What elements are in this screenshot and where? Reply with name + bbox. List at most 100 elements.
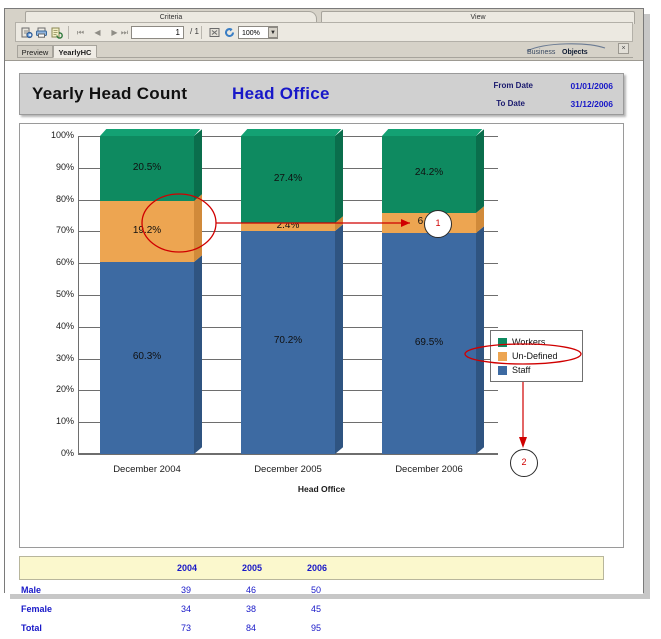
- table-cell: 38: [245, 604, 256, 614]
- x-axis-tick-label: December 2004: [113, 464, 181, 475]
- toolbar-strip: ⏮ ◀ ▶ ⏭ / 1 100% ▼: [15, 22, 633, 42]
- table-cell: 50: [310, 585, 321, 595]
- chart-legend: Workers Un-Defined Staff: [490, 330, 583, 382]
- table-cell: 95: [310, 623, 321, 633]
- legend-label: Staff: [512, 365, 531, 375]
- chart-plot-area: 0% 10% 20% 30% 40% 50% 60% 70% 80% 90% 100% 60.3% 19…: [51, 129, 498, 458]
- bar-segment-label: 69.5%: [414, 336, 444, 348]
- report-header-band: Yearly Head Count Head Office From Date …: [19, 73, 624, 115]
- table-column-header: 2004: [176, 563, 198, 573]
- table-row: Total 73 84 95: [19, 620, 604, 639]
- callout-1: 1: [424, 210, 452, 238]
- page-title: Yearly Head Count: [32, 84, 188, 103]
- businessobjects-logo: Business Objects: [525, 41, 609, 57]
- bar-segment-label: 24.2%: [414, 167, 444, 179]
- table-row: Female 34 38 45: [19, 601, 604, 620]
- refresh-data-icon[interactable]: [223, 26, 236, 39]
- bar-segment-workers[interactable]: 27.4%: [241, 129, 343, 224]
- bar-segment-side: [335, 129, 343, 224]
- callout-2: 2: [510, 449, 538, 477]
- y-axis-tick: 30%: [55, 352, 74, 363]
- refresh-icon[interactable]: [50, 26, 63, 39]
- y-axis-tick: 100%: [50, 130, 74, 140]
- to-date-label: To Date: [496, 99, 525, 108]
- bar-segment-label: 20.5%: [132, 161, 162, 173]
- bar-segment-label: 19.2%: [132, 224, 162, 236]
- bar-segment-label: 70.2%: [273, 335, 303, 347]
- x-axis-title: Head Office: [297, 484, 346, 494]
- bar-segment-side: [194, 194, 202, 263]
- close-icon[interactable]: ×: [618, 43, 629, 54]
- table-cell: 39: [180, 585, 191, 595]
- page-total-label: / 1: [190, 27, 199, 36]
- y-axis-tick: 80%: [55, 193, 74, 204]
- y-axis-tick: 10%: [55, 416, 74, 427]
- table-cell: 46: [245, 585, 256, 595]
- export-icon[interactable]: [20, 26, 33, 39]
- x-axis-tick-label: December 2006: [395, 464, 463, 475]
- bar-segment-staff[interactable]: 69.5%: [382, 226, 484, 454]
- bar-segment-label: 27.4%: [273, 172, 303, 184]
- last-page-button[interactable]: ⏭: [120, 28, 129, 37]
- bar-segment-staff[interactable]: 70.2%: [241, 224, 343, 454]
- bar-segment-workers[interactable]: 24.2%: [382, 129, 484, 213]
- legend-swatch-icon: [498, 366, 507, 375]
- table-cell: 84: [245, 623, 256, 633]
- first-page-button[interactable]: ⏮: [76, 28, 85, 37]
- bar-segment-side: [194, 129, 202, 202]
- table-row: Male 39 46 50: [19, 582, 604, 601]
- table-cell: 73: [180, 623, 191, 633]
- table-column-header: 2005: [241, 563, 263, 573]
- y-axis-tick: 0%: [60, 448, 74, 458]
- table-row-label: Total: [21, 623, 42, 633]
- legend-swatch-icon: [498, 338, 507, 347]
- x-axis-tick-label: December 2005: [254, 464, 322, 475]
- prev-page-button[interactable]: ◀: [93, 28, 102, 37]
- print-icon[interactable]: [35, 26, 48, 39]
- table-row-label: Male: [21, 585, 42, 595]
- toolbar: Criteria View ⏮ ◀ ▶ ⏭ / 1: [5, 9, 643, 61]
- y-axis-tick: 40%: [55, 320, 74, 331]
- tab-yearlyhc[interactable]: YearlyHC: [53, 45, 97, 58]
- bar-segment-side: [476, 129, 484, 213]
- page-number-input[interactable]: [131, 26, 184, 39]
- y-axis-tick: 20%: [55, 384, 74, 395]
- bar-segment-side: [476, 226, 484, 454]
- next-page-button[interactable]: ▶: [110, 28, 119, 37]
- y-axis-line: [78, 136, 79, 454]
- svg-text:Objects: Objects: [562, 49, 588, 56]
- y-axis-tick: 50%: [55, 289, 74, 299]
- from-date-label: From Date: [493, 81, 533, 90]
- table-column-header: 2006: [306, 563, 328, 573]
- bar-segment-side: [335, 224, 343, 454]
- annotation-arrowhead-2: [519, 437, 527, 448]
- tab-preview[interactable]: Preview: [17, 45, 53, 58]
- to-date-value: 31/12/2006: [570, 99, 613, 109]
- chevron-down-icon[interactable]: ▼: [268, 27, 278, 38]
- bar-segment-un-defined[interactable]: 19.2%: [100, 194, 202, 263]
- y-axis-tick: 70%: [55, 225, 74, 236]
- table-cell: 45: [310, 604, 321, 614]
- bar-segment-top: [100, 129, 201, 137]
- y-axis-tick: 60%: [55, 257, 74, 268]
- bar-segment-side: [194, 255, 202, 454]
- bar-segment-un-defined[interactable]: 2.4%: [241, 216, 343, 231]
- bar-segment-top: [241, 129, 342, 137]
- bar-segment-top: [382, 129, 483, 137]
- table-cell: 34: [180, 604, 191, 614]
- chart-frame: 0% 10% 20% 30% 40% 50% 60% 70% 80% 90% 100% 60.3% 19…: [19, 123, 624, 548]
- office-title: Head Office: [232, 84, 330, 103]
- stop-icon[interactable]: [208, 26, 221, 39]
- legend-label: Workers: [512, 337, 546, 347]
- bar-segment-staff[interactable]: 60.3%: [100, 255, 202, 454]
- gridline: [78, 454, 498, 455]
- svg-text:Business: Business: [527, 49, 556, 56]
- report-body: Yearly Head Count Head Office From Date …: [5, 61, 643, 633]
- legend-swatch-icon: [498, 352, 507, 361]
- bar-segment-label: 60.3%: [132, 351, 162, 363]
- bar-segment-workers[interactable]: 20.5%: [100, 129, 202, 202]
- table-header-row: 2004 2005 2006: [19, 556, 604, 580]
- legend-label: Un-Defined: [512, 351, 558, 361]
- y-axis-tick: 90%: [55, 161, 74, 172]
- report-viewer-window: Criteria View ⏮ ◀ ▶ ⏭ / 1: [4, 8, 644, 633]
